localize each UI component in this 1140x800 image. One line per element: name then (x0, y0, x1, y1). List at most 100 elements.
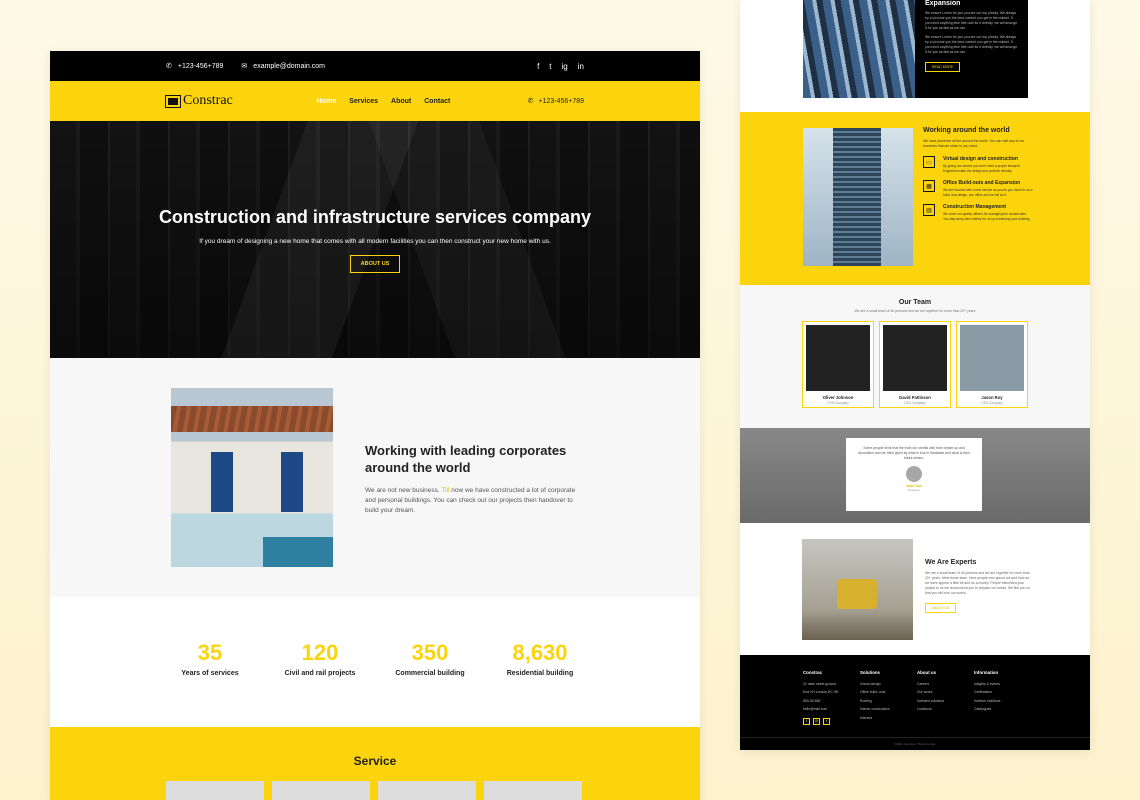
footer-social: f ◎ t (803, 717, 839, 725)
logo-icon (165, 94, 181, 108)
expansion-text: We ensure Lorem for you you are our top … (925, 11, 1018, 30)
phone-icon: ✆ (527, 98, 534, 105)
footer-logo[interactable]: Constrac (803, 669, 839, 678)
avatar (906, 466, 922, 482)
world-section: Working around the world We have presenc… (740, 112, 1090, 285)
feature-text: By giving our service you don't need a p… (943, 164, 1021, 173)
member-role: CEO Company (904, 401, 926, 405)
stat-label: Residential building (506, 670, 574, 677)
team-grid: Oliver Johnson CEO Company David Pattins… (740, 321, 1090, 408)
facebook-icon[interactable]: f (803, 717, 810, 725)
footer-link[interactable]: Investor solutions (974, 697, 1000, 706)
service-thumbnail[interactable] (484, 781, 582, 800)
linkedin-icon[interactable]: in (578, 62, 584, 71)
top-phone-text: +123-456+789 (177, 62, 224, 70)
nav-menu: Home Services About Contact (317, 98, 451, 105)
feature-item: ▦ Office Build-outs and Expansion We are … (923, 180, 1033, 197)
footer-link[interactable]: Careers (917, 680, 944, 689)
footer-link[interactable]: Certification (974, 688, 1000, 697)
footer-link[interactable]: Office build- outs (860, 688, 890, 697)
stat-label: Civil and rail projects (284, 670, 356, 677)
building-image (803, 0, 915, 98)
feature-item: ▭ Virtual design and construction By givi… (923, 156, 1033, 173)
testimonial-section: Some people think that the truth our cre… (740, 428, 1090, 523)
instagram-icon[interactable]: ig (562, 62, 568, 71)
avatar (806, 325, 870, 391)
team-member-card[interactable]: David Pattinson CEO Company (879, 321, 951, 408)
footer-link[interactable]: Interior construction (860, 705, 890, 714)
tower-icon: ▤ (923, 204, 935, 217)
nav-about[interactable]: About (391, 98, 411, 105)
phone-icon: ✆ (166, 63, 172, 70)
tower-image (803, 128, 913, 266)
experts-text: We are a small team of 46 persons and we… (925, 571, 1030, 595)
member-role: CEO Company (827, 401, 849, 405)
footer: Constrac 22 main street ground floor NY,… (740, 655, 1090, 750)
stat-number: 350 (411, 640, 449, 665)
service-thumbnail[interactable] (166, 781, 264, 800)
monitor-icon: ▭ (923, 156, 935, 168)
team-subtitle: We are a small team of 46 persons and we… (854, 309, 976, 313)
footer-link[interactable]: Interiors (860, 714, 890, 723)
member-name: David Pattinson (899, 395, 931, 400)
site-logo[interactable]: Constrac (165, 93, 233, 109)
footer-link[interactable]: Virtual design (860, 680, 890, 689)
nav-services[interactable]: Services (349, 98, 378, 105)
footer-link[interactable]: Invested solutions (917, 697, 944, 706)
experts-about-button[interactable]: ABOUT US (925, 603, 957, 613)
service-thumbnail[interactable] (272, 781, 370, 800)
stats-section: 35 Years of services 120 Civil and rail … (50, 597, 700, 727)
about-paragraph: We are not new business. Till now we hav… (365, 486, 585, 516)
pool-shape (263, 537, 333, 567)
footer-link[interactable]: Insights & events (974, 680, 1000, 689)
stat-item: 35 Years of services (167, 640, 253, 727)
instagram-icon[interactable]: ◎ (813, 717, 820, 725)
expansion-panel: Expansion We ensure Lorem for you you ar… (915, 0, 1028, 98)
testimonial-card: Some people think that the truth our cre… (846, 438, 982, 511)
expansion-section: Expansion We ensure Lorem for you you ar… (740, 0, 1090, 112)
footer-col-about: About us Careers Our works Invested solu… (917, 669, 944, 714)
stat-item: 350 Commercial building (387, 640, 473, 727)
world-subtitle: We have presence all the around the worl… (923, 139, 1025, 148)
footer-link[interactable]: Catalogues (974, 705, 1000, 714)
feature-title: Virtual design and construction (943, 156, 1018, 162)
top-contact-bar: ✆ +123-456+789 ✉ example@domain.com f t … (50, 51, 700, 81)
twitter-icon[interactable]: t (549, 62, 551, 71)
about-us-button[interactable]: ABOUT US (349, 255, 401, 273)
footer-link[interactable]: Roofing (860, 697, 890, 706)
house-image (171, 388, 333, 567)
door-shape (211, 452, 233, 512)
facebook-icon[interactable]: f (537, 62, 539, 71)
footer-link[interactable]: Our works (917, 688, 944, 697)
expansion-text: We ensure Lorem for you you are our top … (925, 35, 1018, 54)
team-member-card[interactable]: Oliver Johnson CEO Company (802, 321, 874, 408)
social-links: f t ig in (537, 62, 584, 71)
nav-contact[interactable]: Contact (424, 98, 450, 105)
homepage-lower-preview: Expansion We ensure Lorem for you you ar… (740, 0, 1090, 750)
top-email[interactable]: ✉ example@domain.com (241, 62, 325, 71)
main-navbar: Constrac Home Services About Contact ✆ +… (50, 81, 700, 121)
member-name: Oliver Johnson (822, 395, 854, 400)
footer-col-title: Solutions (860, 670, 881, 675)
footer-link[interactable]: Locations (917, 705, 944, 714)
twitter-icon[interactable]: t (823, 717, 830, 725)
hero-section: Construction and infrastructure services… (50, 121, 700, 358)
building-icon: ▦ (923, 180, 935, 193)
top-phone[interactable]: ✆ +123-456+789 (166, 62, 224, 71)
team-member-card[interactable]: Jason Roy CEO Company (956, 321, 1028, 408)
top-email-text: example@domain.com (253, 62, 325, 70)
stat-label: Commercial building (395, 670, 465, 677)
service-thumbnail[interactable] (378, 781, 476, 800)
footer-col-solutions: Solutions Virtual design Office build- o… (860, 669, 890, 723)
footer-brand: Constrac 22 main street ground floor NY,… (803, 669, 839, 725)
member-name: Jason Roy (981, 395, 1003, 400)
feature-item: ▤ Construction Management We cover our qu… (923, 204, 1033, 221)
stat-item: 120 Civil and rail projects (277, 640, 363, 727)
hero-text: If you dream of designing a new home tha… (199, 238, 551, 245)
about-title: Working with leading corporates around t… (365, 443, 567, 475)
nav-phone[interactable]: ✆ +123-456+789 (527, 97, 584, 106)
stat-label: Years of services (181, 670, 239, 677)
nav-home[interactable]: Home (317, 98, 336, 105)
read-more-button[interactable]: READ MORE (925, 62, 961, 72)
about-text-block: Working with leading corporates around t… (365, 442, 585, 516)
